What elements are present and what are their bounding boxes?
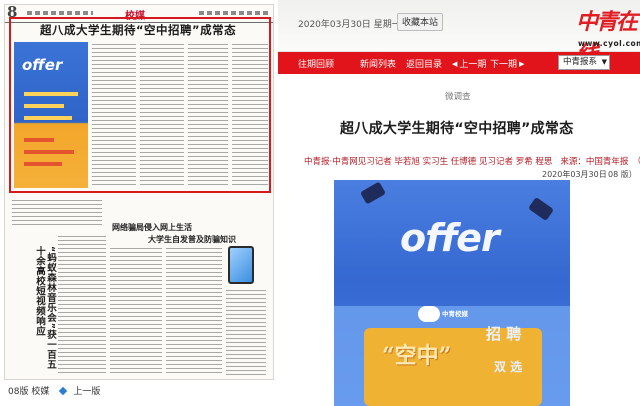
article-text-column bbox=[140, 44, 184, 186]
site-url: www.cyol.com bbox=[578, 39, 640, 48]
paper-select[interactable]: 中青报系 ▼ bbox=[558, 55, 610, 70]
article-text-column bbox=[92, 44, 136, 186]
article-text-column bbox=[166, 248, 222, 376]
article-text-column bbox=[232, 44, 268, 186]
issue-date: 2020年03月30日 星期一 bbox=[298, 20, 401, 30]
nav-news-list[interactable]: 新闻列表 bbox=[360, 57, 396, 70]
byline-overflow: （ bbox=[633, 155, 640, 166]
page: 8 校媒 超八成大学生期待“空中招聘”成常态 offer “蚂蚁森林音乐会”获一… bbox=[0, 0, 640, 406]
infographic-bar bbox=[24, 116, 72, 120]
article-panel: 2020年03月30日 星期一 收藏本站 中青在线 www.cyol.com 往… bbox=[278, 0, 640, 406]
poster-brand: 中青校媒 bbox=[442, 310, 468, 318]
article-poster-image: offer 中青校媒 “空中” 招 聘 双 选 bbox=[334, 180, 570, 406]
nav-archive[interactable]: 往期回顾 bbox=[298, 57, 334, 70]
newspaper-second-headline[interactable]: 网络骗局侵入网上生活 bbox=[112, 222, 192, 233]
infographic-bar bbox=[24, 162, 62, 166]
newspaper-header-text bbox=[27, 11, 93, 15]
newspaper-footer: 08版 校媒 上一版 bbox=[8, 384, 100, 397]
article-text-column bbox=[110, 248, 162, 376]
nav-back-to-contents[interactable]: 返回目录 bbox=[406, 57, 442, 70]
prev-page-link[interactable]: 上一版 bbox=[73, 384, 100, 397]
poster-offer-text: offer bbox=[400, 216, 500, 260]
newspaper-header-date bbox=[199, 11, 269, 15]
article-text-column bbox=[226, 290, 266, 376]
article-text-column bbox=[58, 236, 106, 376]
infographic-bar bbox=[24, 138, 54, 142]
article-kicker: 微调查 bbox=[445, 92, 471, 102]
article-text-column bbox=[188, 44, 228, 186]
poster-main-text: “空中” bbox=[382, 343, 452, 369]
newspaper-main-headline[interactable]: 超八成大学生期待“空中招聘”成常态 bbox=[40, 22, 236, 38]
poster-shuangxuan-text: 双 选 bbox=[494, 360, 523, 374]
site-banner: 2020年03月30日 星期一 收藏本站 中青在线 www.cyol.com bbox=[278, 0, 640, 67]
bookmark-button[interactable]: 收藏本站 bbox=[397, 13, 443, 31]
newspaper-panel: 8 校媒 超八成大学生期待“空中招聘”成常态 offer “蚂蚁森林音乐会”获一… bbox=[0, 0, 278, 406]
poster-zhaopin-text: 招 聘 bbox=[486, 325, 522, 343]
article-text-column bbox=[12, 200, 102, 226]
phone-illustration bbox=[228, 246, 254, 284]
stage-light-icon bbox=[527, 196, 555, 222]
article-date: 2020年03月30日 bbox=[542, 170, 607, 179]
newspaper-vertical-headline[interactable]: “蚂蚁森林音乐会”获一百五十余高校短视频响应 bbox=[28, 246, 56, 378]
infographic-bar bbox=[24, 92, 78, 96]
chevron-down-icon: ▼ bbox=[601, 58, 607, 66]
robot-icon bbox=[418, 306, 440, 322]
diamond-icon bbox=[59, 386, 68, 395]
infographic-bar bbox=[24, 104, 64, 108]
chevron-left-icon: ◀ bbox=[452, 59, 458, 68]
newspaper-infographic[interactable]: offer bbox=[14, 42, 88, 188]
current-page-label: 08版 校媒 bbox=[8, 387, 50, 397]
nav-next-issue[interactable]: 下一期 ▶ bbox=[490, 57, 525, 71]
chevron-right-icon: ▶ bbox=[519, 59, 525, 68]
newspaper-second-subheadline[interactable]: 大学生自发普及防骗知识 bbox=[148, 234, 236, 245]
infographic-bar bbox=[24, 150, 74, 154]
newspaper-infographic-word: offer bbox=[22, 56, 63, 74]
article-title: 超八成大学生期待“空中招聘”成常态 bbox=[340, 121, 574, 137]
stage-light-icon bbox=[359, 181, 387, 205]
nav-prev-issue[interactable]: ◀ 上一期 bbox=[452, 57, 486, 71]
article-page: 08 版） bbox=[608, 170, 637, 179]
article-byline: 中青报·中青网见习记者 毕若旭 实习生 任博德 见习记者 罗希 程思 来源：中国青… bbox=[304, 157, 629, 167]
